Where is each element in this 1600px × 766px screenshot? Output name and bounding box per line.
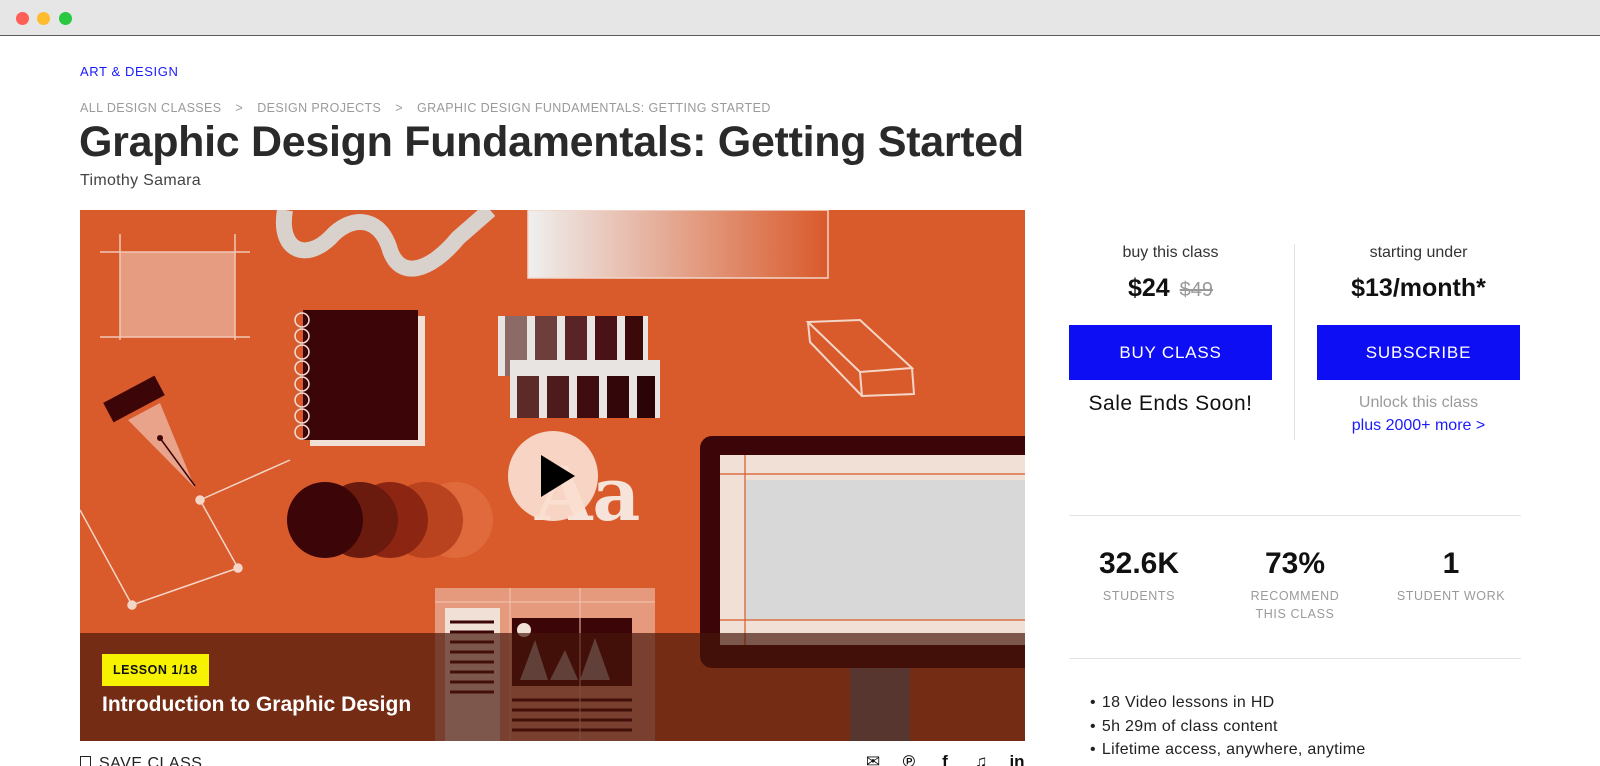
stat-caption: STUDENT WORK [1396,589,1506,603]
stat-recommend: 73% RECOMMEND THIS CLASS [1225,547,1365,623]
feature-item: 5h 29m of class content [1102,718,1366,742]
feature-item: Lifetime access, anywhere, anytime [1102,741,1366,765]
breadcrumb-separator: > [235,101,244,115]
subscribe-label: starting under [1369,244,1468,261]
stat-students: 32.6K STUDENTS [1069,547,1209,623]
unlock-label: Unlock this class [1358,394,1479,411]
stat-caption: RECOMMEND THIS CLASS [1250,589,1340,621]
subscribe-price: $13/month* [1351,274,1486,302]
buy-class-button[interactable]: BUY CLASS [1069,325,1272,380]
save-class-button[interactable]: SAVE CLASS [80,755,202,766]
class-stats: 32.6K STUDENTS 73% RECOMMEND THIS CLASS … [1069,547,1521,623]
maximize-window-icon[interactable] [59,12,72,25]
buy-class-column: buy this class $24 $49 BUY CLASS Sale End… [1069,244,1272,416]
lesson-title: Introduction to Graphic Design [102,693,412,716]
browser-chrome [0,0,1600,36]
minimize-window-icon[interactable] [37,12,50,25]
feature-list: 18 Video lessons in HD 5h 29m of class c… [1102,694,1366,765]
author-name[interactable]: Timothy Samara [80,172,201,190]
twitter-share-icon[interactable]: ♫ [970,752,992,766]
save-class-label: SAVE CLASS [99,755,203,766]
email-share-icon[interactable]: ✉ [862,752,884,766]
lesson-info-bar: LESSON 1/18 Introduction to Graphic Desi… [80,633,1025,741]
subscribe-column: starting under $13/month* SUBSCRIBE Unlo… [1317,244,1520,437]
current-price: $24 [1127,274,1170,302]
category-link[interactable]: ART & DESIGN [80,64,178,79]
divider [1069,658,1521,659]
breadcrumb: ALL DESIGN CLASSES > DESIGN PROJECTS > GRAPH… [80,101,771,115]
play-button[interactable] [508,431,598,521]
original-price: $49 [1179,279,1214,301]
breadcrumb-item-current[interactable]: GRAPHIC DESIGN FUNDAMENTALS: GETTING STA… [417,101,771,115]
stat-value: 1 [1442,547,1460,580]
close-window-icon[interactable] [16,12,29,25]
panel-divider [1294,244,1295,440]
unlock-text: Unlock this class plus 2000+ more > [1317,391,1520,437]
more-classes-link[interactable]: plus 2000+ more > [1352,417,1485,434]
breadcrumb-item-all-design-classes[interactable]: ALL DESIGN CLASSES [80,101,222,115]
share-icons: ✉ ℗ f ♫ in [862,752,1028,766]
play-icon [541,455,575,497]
breadcrumb-separator: > [395,101,403,115]
buy-label: buy this class [1122,244,1219,261]
stat-value: 32.6K [1098,547,1180,580]
stat-caption: STUDENTS [1102,589,1176,603]
pinterest-share-icon[interactable]: ℗ [898,752,920,766]
divider [1069,515,1521,516]
linkedin-share-icon[interactable]: in [1006,752,1028,766]
page-title: Graphic Design Fundamentals: Getting Sta… [79,118,1024,166]
stat-student-work[interactable]: 1 STUDENT WORK [1381,547,1521,623]
feature-item: 18 Video lessons in HD [1102,694,1366,718]
bookmark-icon [80,756,91,766]
breadcrumb-item-design-projects[interactable]: DESIGN PROJECTS [257,101,381,115]
sale-notice: Sale Ends Soon! [1088,392,1253,415]
video-player[interactable]: Aa LESSON 1/18 Intro [80,210,1025,741]
lesson-badge: LESSON 1/18 [102,654,209,686]
facebook-share-icon[interactable]: f [934,752,956,766]
stat-value: 73% [1264,547,1326,580]
buy-price: $24 $49 [1069,274,1272,308]
subscribe-button[interactable]: SUBSCRIBE [1317,325,1520,380]
